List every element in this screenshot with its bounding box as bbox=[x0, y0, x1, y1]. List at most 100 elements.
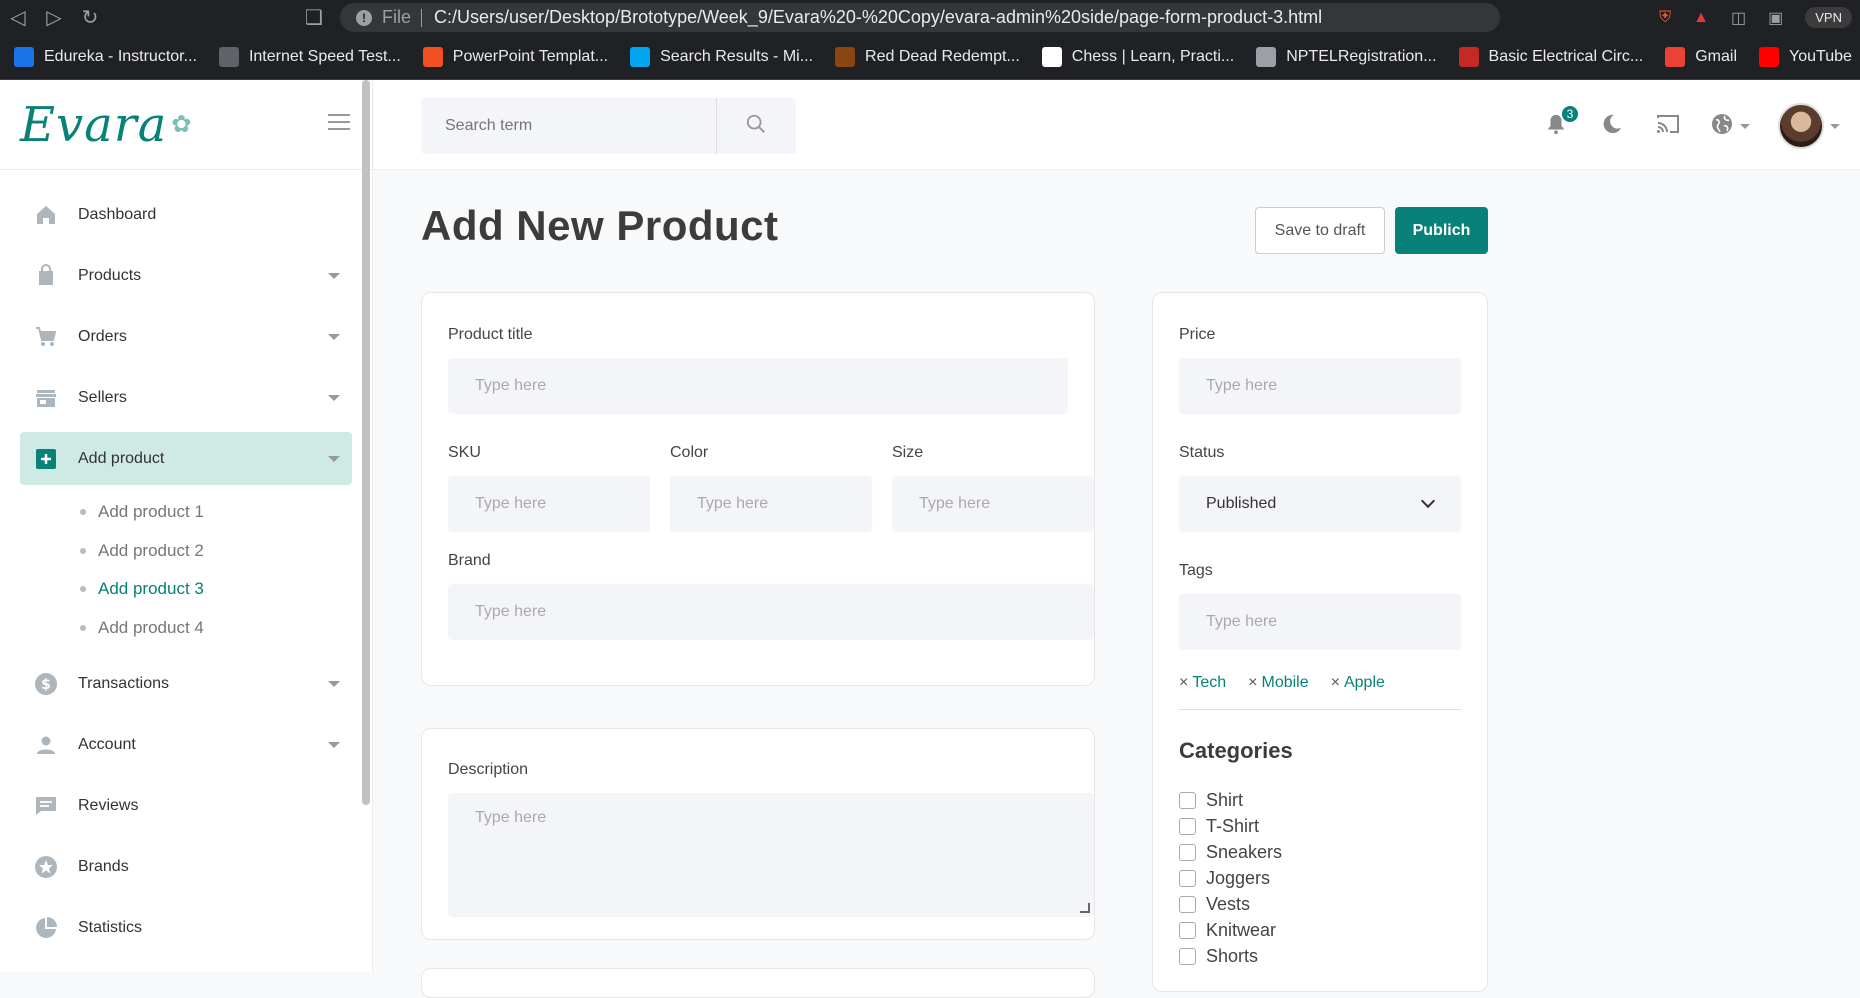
sidebar-item-dashboard[interactable]: Dashboard bbox=[20, 188, 352, 241]
bookmark-item[interactable]: PowerPoint Templat... bbox=[422, 47, 608, 67]
bookmark-item[interactable]: Edureka - Instructor... bbox=[14, 47, 197, 67]
size-input[interactable]: Type here bbox=[892, 476, 1094, 532]
category-option[interactable]: Vests bbox=[1179, 891, 1282, 917]
address-bar[interactable]: ! File C:/Users/user/Desktop/Brototype/W… bbox=[340, 3, 1500, 32]
brand-logo[interactable]: Evara bbox=[20, 97, 167, 153]
sidebar-item-label: Sellers bbox=[78, 388, 127, 406]
category-checkbox[interactable] bbox=[1179, 791, 1196, 809]
sidebar-item-reviews[interactable]: Reviews bbox=[20, 779, 352, 832]
category-checkbox[interactable] bbox=[1179, 895, 1196, 913]
notification-button[interactable]: 3 bbox=[1542, 104, 1580, 140]
bookmark-item[interactable]: Red Dead Redempt... bbox=[835, 47, 1020, 67]
sidebar-toggle-icon[interactable]: ◫ bbox=[1731, 8, 1746, 28]
submenu-item[interactable]: Add product 1 bbox=[80, 493, 372, 532]
brand-input[interactable]: Type here bbox=[448, 584, 1094, 640]
tag-chip[interactable]: × Mobile bbox=[1248, 674, 1308, 692]
sidebar-scrollbar[interactable] bbox=[362, 80, 370, 805]
category-option[interactable]: Shorts bbox=[1179, 943, 1282, 969]
description-card: Description Type here bbox=[421, 728, 1095, 940]
category-option[interactable]: Sneakers bbox=[1179, 839, 1282, 865]
submenu-item[interactable]: Add product 4 bbox=[80, 609, 372, 648]
back-icon[interactable]: ◁ bbox=[0, 0, 36, 35]
favicon-icon bbox=[1041, 47, 1062, 67]
sidebar-item-statistics[interactable]: Statistics bbox=[20, 901, 352, 954]
submenu-item[interactable]: Add product 2 bbox=[80, 532, 372, 571]
bookmark-item[interactable]: NPTELRegistration... bbox=[1256, 47, 1437, 67]
category-checkbox[interactable] bbox=[1179, 843, 1196, 861]
favicon-icon bbox=[422, 47, 443, 67]
sidebar-item-transactions[interactable]: $ Transactions bbox=[20, 657, 352, 710]
search-input[interactable] bbox=[421, 98, 716, 154]
resize-handle-icon[interactable] bbox=[1080, 903, 1090, 913]
sidebar-item-add-product[interactable]: Add product bbox=[20, 432, 352, 485]
sidebar-item-account[interactable]: Account bbox=[20, 718, 352, 771]
bookmark-icon[interactable]: ❑ bbox=[296, 0, 332, 35]
category-option[interactable]: Knitwear bbox=[1179, 917, 1282, 943]
favicon-icon bbox=[14, 47, 34, 67]
tags-list: × Tech × Mobile × Apple bbox=[1179, 674, 1385, 692]
description-textarea[interactable]: Type here bbox=[448, 793, 1094, 917]
dark-mode-toggle[interactable] bbox=[1598, 112, 1626, 140]
brave-shield-icon[interactable]: ⛨ bbox=[1659, 9, 1671, 27]
tag-chip[interactable]: × Apple bbox=[1331, 674, 1385, 692]
sku-input[interactable]: Type here bbox=[448, 476, 650, 532]
sidebar-item-products[interactable]: Products bbox=[20, 249, 352, 302]
forward-icon[interactable]: ▷ bbox=[36, 0, 72, 35]
sidebar-item-label: Reviews bbox=[78, 796, 139, 814]
chevron-down-icon bbox=[1740, 123, 1750, 129]
category-checkbox[interactable] bbox=[1179, 921, 1196, 939]
remove-tag-icon[interactable]: × bbox=[1331, 674, 1340, 691]
url-text[interactable]: C:/Users/user/Desktop/Brototype/Week_9/E… bbox=[434, 7, 1322, 28]
user-menu[interactable] bbox=[1778, 103, 1840, 149]
price-label: Price bbox=[1179, 326, 1216, 343]
leaf-icon: ✿ bbox=[171, 111, 192, 138]
brave-rewards-icon[interactable]: ▲ bbox=[1693, 9, 1709, 27]
bookmark-item[interactable]: YouTube bbox=[1759, 47, 1852, 67]
product-title-input[interactable]: Type here bbox=[448, 358, 1068, 414]
product-title-label: Product title bbox=[448, 326, 533, 343]
reload-icon[interactable]: ↻ bbox=[72, 0, 108, 35]
tags-input[interactable]: Type here bbox=[1179, 594, 1461, 650]
category-checkbox[interactable] bbox=[1179, 869, 1196, 887]
bookmark-item[interactable]: Gmail bbox=[1665, 47, 1737, 67]
sidebar: Evara ✿ Dashboard Products Orders Seller… bbox=[0, 80, 373, 972]
color-input[interactable]: Type here bbox=[670, 476, 872, 532]
save-draft-button[interactable]: Save to draft bbox=[1255, 207, 1385, 254]
bookmark-item[interactable]: Chess | Learn, Practi... bbox=[1041, 47, 1234, 67]
description-placeholder: Type here bbox=[475, 809, 547, 826]
sidebar-item-sellers[interactable]: Sellers bbox=[20, 371, 352, 424]
tag-chip[interactable]: × Tech bbox=[1179, 674, 1226, 692]
sidebar-item-orders[interactable]: Orders bbox=[20, 310, 352, 363]
category-option[interactable]: Joggers bbox=[1179, 865, 1282, 891]
info-icon[interactable]: ! bbox=[356, 9, 372, 26]
tag-label: Mobile bbox=[1261, 674, 1309, 691]
brand-label: Brand bbox=[448, 552, 491, 569]
description-label: Description bbox=[448, 761, 529, 778]
remove-tag-icon[interactable]: × bbox=[1248, 674, 1257, 691]
search-button[interactable] bbox=[715, 98, 797, 154]
category-checkbox[interactable] bbox=[1179, 817, 1196, 835]
bookmark-item[interactable]: Basic Electrical Circ... bbox=[1458, 47, 1643, 67]
bookmark-label: Edureka - Instructor... bbox=[44, 48, 197, 65]
sidebar-item-brands[interactable]: Brands bbox=[20, 840, 352, 893]
bookmark-item[interactable]: Internet Speed Test... bbox=[218, 47, 401, 67]
bookmark-item[interactable]: Search Results - Mi... bbox=[630, 47, 813, 67]
category-checkbox[interactable] bbox=[1179, 947, 1196, 965]
category-option[interactable]: T-Shirt bbox=[1179, 813, 1282, 839]
star-icon bbox=[34, 855, 58, 879]
publish-button[interactable]: Publich bbox=[1395, 207, 1488, 254]
collapse-menu-icon[interactable] bbox=[328, 114, 350, 132]
chevron-down-icon bbox=[328, 334, 340, 340]
price-input[interactable]: Type here bbox=[1179, 358, 1461, 414]
search-box bbox=[421, 98, 796, 154]
submenu-item-current[interactable]: Add product 3 bbox=[80, 570, 372, 609]
avatar[interactable] bbox=[1778, 103, 1824, 149]
cast-button[interactable] bbox=[1654, 112, 1682, 140]
category-option[interactable]: Shirt bbox=[1179, 787, 1282, 813]
category-label: Knitwear bbox=[1206, 919, 1277, 940]
wallet-icon[interactable]: ▣ bbox=[1768, 8, 1783, 28]
status-select[interactable]: Published bbox=[1179, 476, 1461, 532]
vpn-button[interactable]: VPN bbox=[1805, 7, 1852, 28]
remove-tag-icon[interactable]: × bbox=[1179, 674, 1188, 691]
language-selector[interactable] bbox=[1710, 112, 1750, 140]
